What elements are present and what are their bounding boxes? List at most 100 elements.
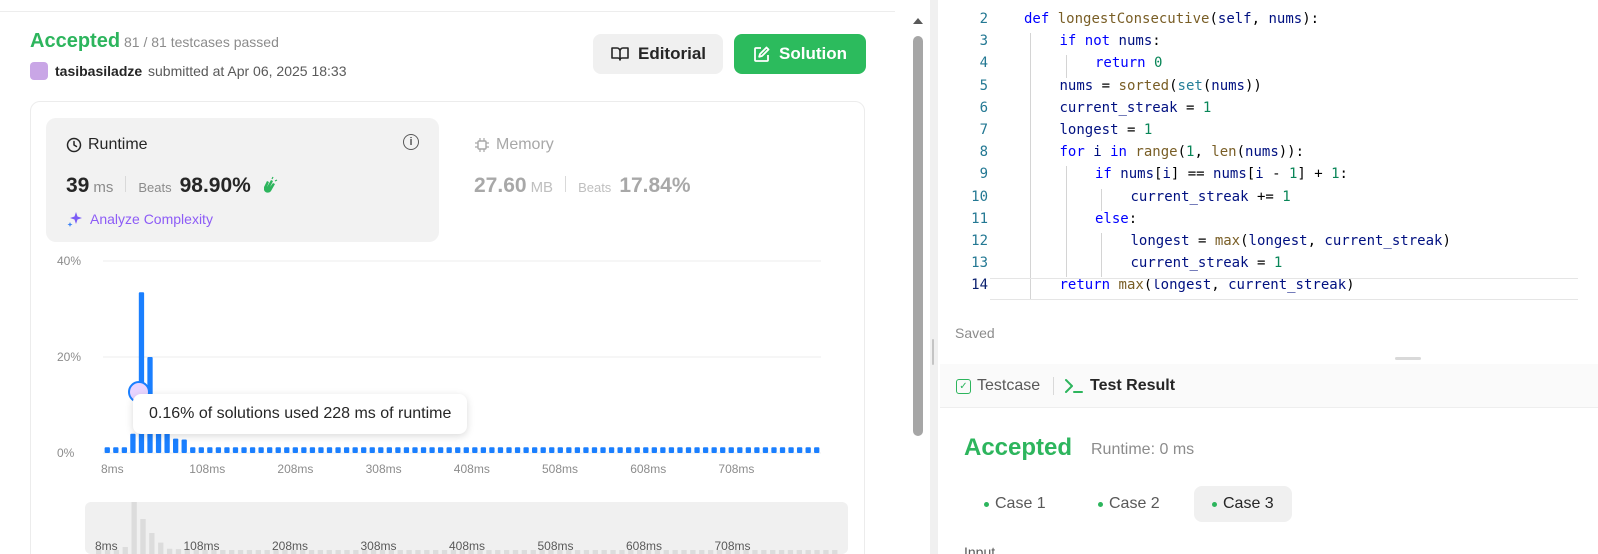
chart-bar[interactable] [728,447,734,453]
code-line[interactable]: 4 return 0 [940,55,1598,78]
runtime-card[interactable]: Runtime i 39 ms Beats 98.90% Analyze Com… [46,118,439,242]
chart-bar[interactable] [600,447,606,453]
chart-bar[interactable] [540,447,546,453]
chart-bar[interactable] [685,447,692,453]
chart-bar[interactable] [190,447,196,453]
chart-bar[interactable] [378,447,384,453]
chart-bar[interactable] [429,447,435,453]
code-line[interactable]: 5 nums = sorted(set(nums)) [940,77,1598,101]
chart-bar[interactable] [643,447,649,453]
chart-bar[interactable] [814,447,820,453]
chart-bar[interactable] [532,447,538,453]
chart-bar[interactable] [412,447,418,453]
chart-bar[interactable] [788,447,794,453]
chart-bar[interactable] [207,447,213,453]
code-line[interactable]: 6 current_streak = 1 [940,99,1598,123]
chart-bar[interactable] [480,447,487,453]
chart-bar[interactable] [395,447,401,453]
chart-bar[interactable] [215,447,222,453]
panel-divider[interactable] [930,0,938,554]
tab-test-result[interactable]: Test Result [1064,377,1175,395]
chart-bar[interactable] [267,447,273,453]
code-editor[interactable]: 2 def longestConsecutive(self, nums): 3 if … [940,0,1598,352]
code-line[interactable]: 7 longest = 1 [940,122,1598,145]
chart-bar[interactable] [668,447,675,453]
username-link[interactable]: tasibasiladze [55,63,142,79]
chart-bar[interactable] [258,447,264,453]
chart-bar[interactable] [249,447,256,453]
chart-bar[interactable] [130,433,136,453]
chart-bar[interactable] [181,439,187,453]
memory-tab[interactable]: Memory [474,136,554,154]
chart-bar[interactable] [352,447,358,453]
chart-bar[interactable] [386,447,392,453]
case-tab[interactable]: Case 2 [1080,486,1178,522]
chart-bar[interactable] [335,447,341,453]
chart-bar[interactable] [403,447,410,453]
code-line[interactable]: 3 if not nums: [940,33,1598,56]
chart-bar[interactable] [326,447,333,453]
vertical-resize-handle[interactable] [1395,357,1421,360]
editorial-button[interactable]: Editorial [593,34,723,74]
case-tab[interactable]: Case 3 [1194,486,1292,522]
chart-bar[interactable] [574,447,581,453]
chart-bar[interactable] [369,447,375,453]
chart-bar[interactable] [292,447,298,453]
code-line[interactable]: 13 current_streak = 1 [940,255,1598,278]
chart-bar[interactable] [514,447,521,453]
chart-bar[interactable] [446,447,452,453]
chart-bar[interactable] [361,447,367,453]
chart-bar[interactable] [437,447,444,453]
runtime-distribution-chart[interactable]: 40% 20% 0% 8ms 108ms 208ms 308ms 408ms 508ms 608m… [46,255,846,485]
chart-bar[interactable] [608,447,615,453]
chart-bar[interactable] [694,447,700,453]
code-line[interactable]: 8 for i in range(1, len(nums)): [940,144,1598,167]
chart-bar[interactable] [420,447,427,453]
chart-bar[interactable] [318,447,324,453]
info-icon[interactable]: i [403,134,419,150]
analyze-complexity-link[interactable]: Analyze Complexity [66,210,213,228]
scroll-up-arrow[interactable] [913,18,923,24]
code-line[interactable]: 10 current_streak += 1 [940,188,1598,212]
runtime-range-slider[interactable]: 8ms 108ms 208ms 308ms 408ms 508ms 608ms 708ms [85,502,848,554]
chart-bar[interactable] [566,447,572,453]
chart-bar[interactable] [651,447,657,453]
tab-testcase[interactable]: ✓ Testcase [956,377,1040,395]
chart-bar[interactable] [121,447,128,453]
code-line[interactable]: 9 if nums[i] == nums[i - 1] + 1: [940,166,1598,189]
chart-bar[interactable] [583,447,589,453]
resize-handle[interactable] [932,339,934,365]
chart-bar[interactable] [301,447,307,453]
chart-bar[interactable] [506,447,512,453]
chart-bar[interactable] [224,447,230,453]
chart-bar[interactable] [104,447,110,453]
chart-bar[interactable] [737,447,743,453]
chart-bar[interactable] [463,447,469,453]
chart-bar[interactable] [762,447,769,453]
chart-bar[interactable] [275,447,281,453]
chart-bar[interactable] [343,447,350,453]
chart-bar[interactable] [720,447,726,453]
chart-bar[interactable] [472,447,478,453]
avatar[interactable] [30,62,48,80]
chart-bar[interactable] [557,447,563,453]
chart-bar[interactable] [591,447,598,453]
chart-bar[interactable] [660,447,666,453]
chart-bar[interactable] [771,447,777,453]
chart-bar[interactable] [489,447,495,453]
chart-bar[interactable] [241,447,247,453]
chart-bar[interactable] [617,447,623,453]
chart-bar[interactable] [626,447,632,453]
code-line[interactable]: 11 else: [940,210,1598,234]
chart-bar[interactable] [805,447,811,453]
code-line[interactable]: 2 def longestConsecutive(self, nums): [940,11,1598,34]
chart-bar[interactable] [677,447,683,453]
chart-bar[interactable] [173,438,179,453]
chart-bar[interactable] [745,447,751,453]
chart-bar[interactable] [497,447,504,453]
chart-bar[interactable] [754,447,760,453]
solution-button[interactable]: Solution [734,34,866,74]
chart-bar[interactable] [284,447,290,453]
chart-bar[interactable] [711,447,717,453]
chart-bar[interactable] [796,447,803,453]
